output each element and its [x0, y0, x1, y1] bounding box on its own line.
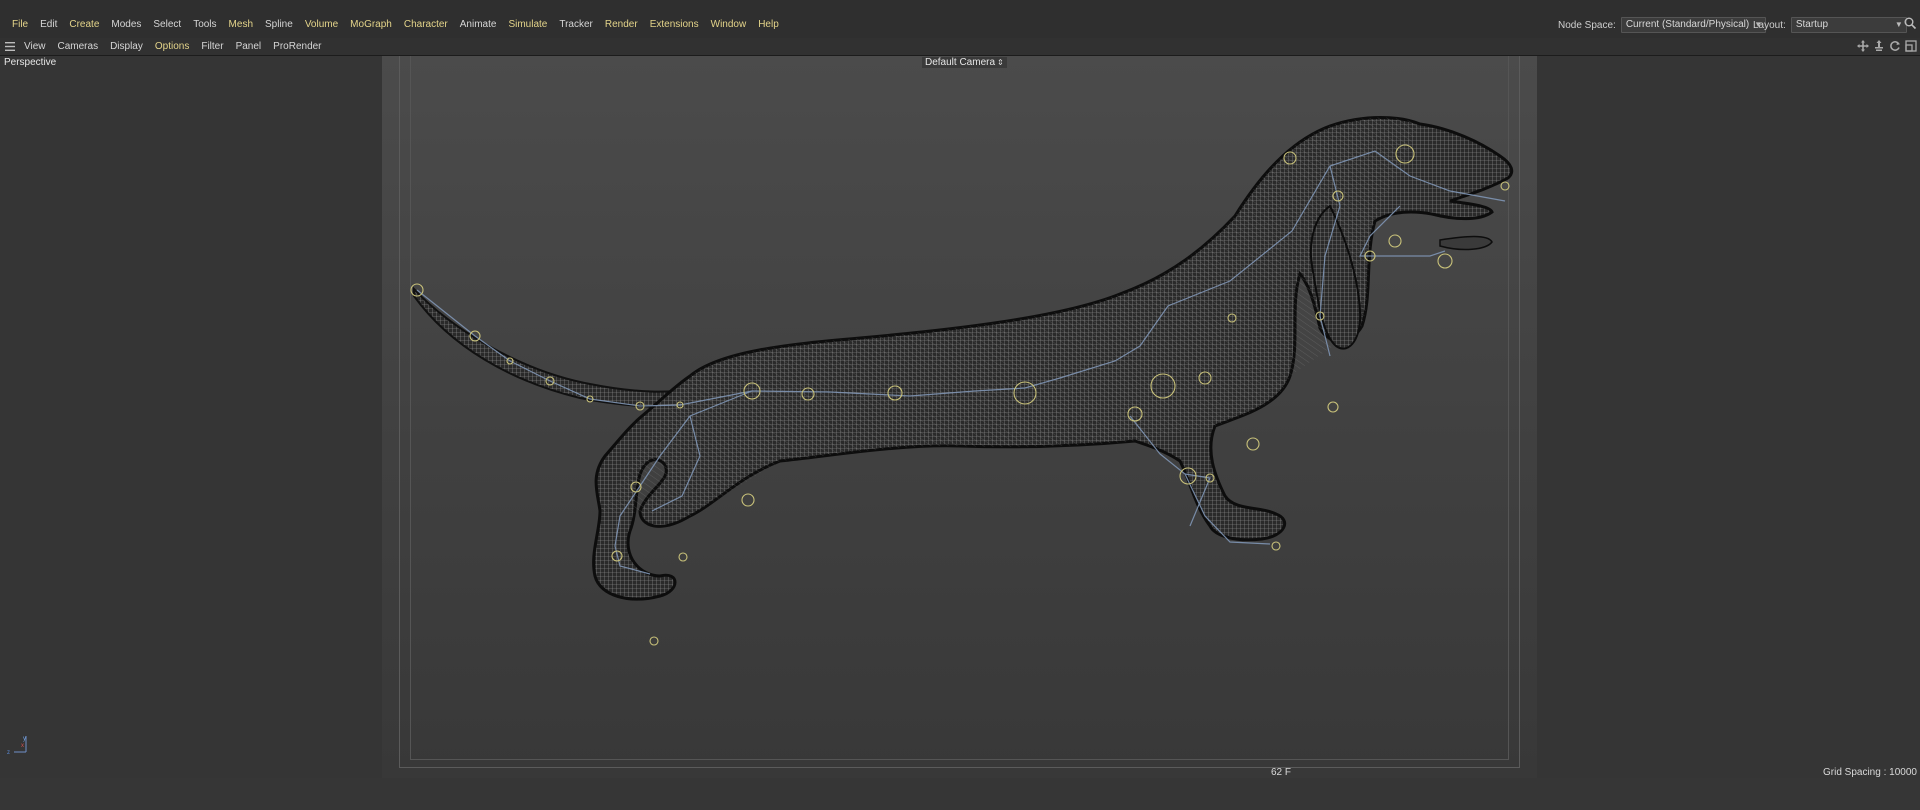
menu-render[interactable]: Render: [599, 18, 644, 32]
pan-view-icon[interactable]: [1873, 40, 1885, 52]
viewport-menu-panel[interactable]: Panel: [230, 39, 268, 54]
menu-spline[interactable]: Spline: [259, 18, 299, 32]
viewport-menu-filter[interactable]: Filter: [195, 39, 229, 54]
projection-label[interactable]: Perspective: [4, 57, 56, 68]
menu-help[interactable]: Help: [752, 18, 785, 32]
view-navigation-icons: [1857, 40, 1917, 52]
menu-window[interactable]: Window: [705, 18, 753, 32]
menu-create[interactable]: Create: [63, 18, 105, 32]
menu-volume[interactable]: Volume: [299, 18, 344, 32]
camera-selector[interactable]: Default Camera ⇕: [922, 57, 1007, 68]
layout-dropdown[interactable]: Startup ▼: [1790, 17, 1907, 33]
status-bar: [0, 778, 1920, 810]
layout-group: Layout: Startup ▼: [1753, 17, 1907, 33]
svg-text:y: y: [23, 736, 26, 742]
menu-tracker[interactable]: Tracker: [553, 18, 599, 32]
camera-name: Default Camera: [925, 57, 996, 68]
menu-tools[interactable]: Tools: [187, 18, 222, 32]
menu-animate[interactable]: Animate: [454, 18, 503, 32]
node-space-group: Node Space: Current (Standard/Physical) …: [1558, 17, 1767, 33]
dog-wireframe-mesh[interactable]: [0, 56, 1920, 779]
menu-extensions[interactable]: Extensions: [644, 18, 705, 32]
camera-icon: ⇕: [997, 58, 1004, 67]
hamburger-icon[interactable]: [5, 42, 15, 51]
move-view-icon[interactable]: [1857, 40, 1869, 52]
axis-gizmo: y x z: [7, 736, 27, 756]
viewport[interactable]: Perspective Default Camera ⇕ y x z 62 F …: [0, 55, 1920, 789]
viewport-menu-cameras[interactable]: Cameras: [52, 39, 105, 54]
node-space-label: Node Space:: [1558, 19, 1616, 31]
viewport-menu-bar: View Cameras Display Options Filter Panel ProR…: [0, 38, 1920, 55]
layout-value: Startup: [1795, 19, 1829, 30]
frame-counter: 62 F: [1271, 767, 1292, 778]
viewport-menu-options[interactable]: Options: [149, 39, 195, 54]
rotate-view-icon[interactable]: [1889, 40, 1901, 52]
menu-select[interactable]: Select: [147, 18, 187, 32]
menu-character[interactable]: Character: [398, 18, 454, 32]
menu-modes[interactable]: Modes: [105, 18, 147, 32]
viewport-menu-display[interactable]: Display: [104, 39, 149, 54]
menu-edit[interactable]: Edit: [34, 18, 63, 32]
viewport-menu-prorender[interactable]: ProRender: [267, 39, 327, 54]
search-icon[interactable]: [1903, 16, 1917, 30]
menu-simulate[interactable]: Simulate: [502, 18, 553, 32]
maximize-view-icon[interactable]: [1905, 40, 1917, 52]
menu-mesh[interactable]: Mesh: [223, 18, 259, 32]
svg-text:x: x: [21, 743, 24, 749]
node-space-value: Current (Standard/Physical): [1625, 19, 1750, 30]
node-space-dropdown[interactable]: Current (Standard/Physical) ▼: [1620, 17, 1767, 33]
menu-mograph[interactable]: MoGraph: [344, 18, 398, 32]
viewport-menu: View Cameras Display Options Filter Panel ProR…: [18, 39, 328, 54]
svg-text:z: z: [7, 750, 10, 756]
layout-label: Layout:: [1753, 19, 1786, 31]
dog-body: [413, 116, 1514, 601]
main-menu: File Edit Create Modes Select Tools Mesh Spline…: [6, 18, 785, 32]
viewport-menu-view[interactable]: View: [18, 39, 52, 54]
menu-file[interactable]: File: [6, 18, 34, 32]
chevron-down-icon: ▼: [1894, 20, 1903, 29]
